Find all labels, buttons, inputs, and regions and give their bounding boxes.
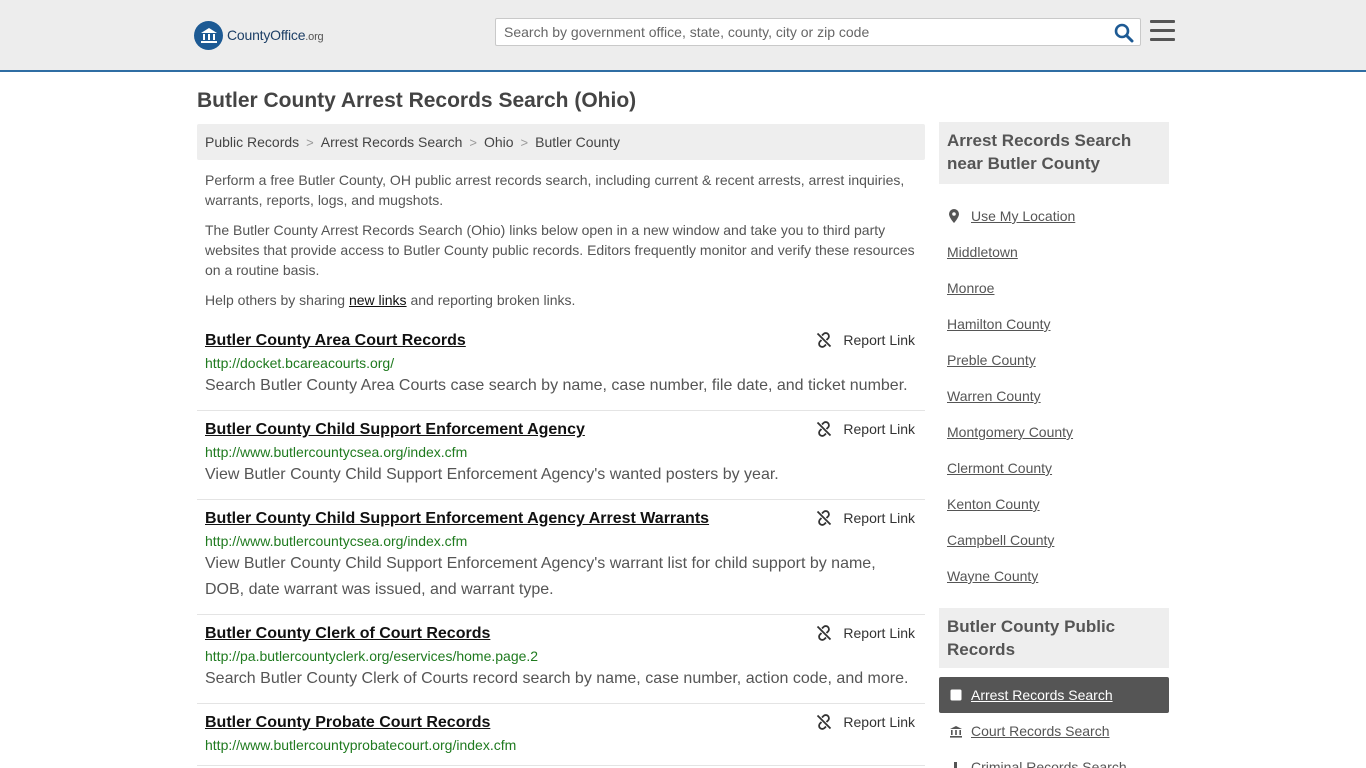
top-header: CountyOffice.org (0, 0, 1366, 72)
report-link-label: Report Link (843, 714, 915, 730)
nearby-item-wayne-county: Wayne County (947, 558, 1169, 594)
breadcrumb-separator-icon: > (306, 134, 314, 150)
nearby-link[interactable]: Middletown (947, 244, 1018, 260)
nearby-link[interactable]: Campbell County (947, 532, 1054, 548)
result-url: http://docket.bcareacourts.org/ (205, 355, 395, 371)
logo-office: Office (270, 27, 306, 43)
pr-link[interactable]: Criminal Records Search (971, 759, 1127, 768)
nearby-link[interactable]: Warren County (947, 388, 1041, 404)
pr-item-criminal-records[interactable]: Criminal Records Search (939, 749, 1169, 768)
page-title: Butler County Arrest Records Search (Ohi… (197, 89, 637, 112)
nearby-link[interactable]: Clermont County (947, 460, 1052, 476)
result-item: Butler County Probate Court Records Repo… (197, 704, 925, 766)
logo-county: County (227, 27, 271, 43)
report-link-label: Report Link (843, 421, 915, 437)
breadcrumb-separator-icon: > (469, 134, 477, 150)
public-records-list: Arrest Records Search Court Records Sear… (939, 677, 1169, 768)
nearby-link[interactable]: Wayne County (947, 568, 1038, 584)
broken-link-icon (817, 625, 832, 641)
nearby-link[interactable]: Montgomery County (947, 424, 1073, 440)
gavel-icon (949, 761, 963, 768)
breadcrumb-public-records[interactable]: Public Records (205, 134, 299, 150)
pr-item-court-records[interactable]: Court Records Search (939, 713, 1169, 749)
pr-link[interactable]: Arrest Records Search (971, 687, 1113, 703)
county-seal-icon (194, 20, 223, 50)
logo-wordmark: CountyOffice.org (227, 27, 324, 43)
result-description: Search Butler County Clerk of Courts rec… (205, 670, 909, 687)
share-text-after: and reporting broken links. (406, 292, 576, 308)
nearby-item-preble-county: Preble County (947, 342, 1169, 378)
result-title-link[interactable]: Butler County Probate Court Records (205, 713, 490, 733)
result-description: View Butler County Child Support Enforce… (205, 555, 876, 598)
nearby-item-middletown: Middletown (947, 234, 1169, 270)
result-url: http://www.butlercountyprobatecourt.org/… (205, 737, 517, 753)
square-icon (949, 689, 963, 701)
intro-paragraph: Perform a free Butler County, OH public … (205, 172, 905, 208)
report-link-button[interactable]: Report Link (816, 714, 915, 730)
report-link-button[interactable]: Report Link (816, 625, 915, 641)
share-links-paragraph: Help others by sharing new links and rep… (205, 290, 920, 310)
site-logo[interactable]: CountyOffice.org (194, 20, 324, 50)
nearby-item-kenton-county: Kenton County (947, 486, 1169, 522)
disclaimer-paragraph: The Butler County Arrest Records Search … (205, 222, 915, 278)
use-my-location-item: Use My Location (947, 198, 1169, 234)
nearby-link[interactable]: Monroe (947, 280, 994, 296)
nearby-section-title: Arrest Records Search near Butler County (939, 122, 1169, 184)
result-item: Butler County Child Support Enforcement … (197, 500, 925, 615)
breadcrumb-ohio[interactable]: Ohio (484, 134, 514, 150)
report-link-button[interactable]: Report Link (816, 510, 915, 526)
result-item: Butler County Child Support Enforcement … (197, 411, 925, 500)
result-url: http://www.butlercountycsea.org/index.cf… (205, 444, 468, 460)
broken-link-icon (817, 421, 832, 437)
logo-tld: .org (305, 31, 324, 43)
pr-link[interactable]: Court Records Search (971, 723, 1110, 739)
result-title-link[interactable]: Butler County Clerk of Court Records (205, 624, 490, 644)
report-link-label: Report Link (843, 625, 915, 641)
nearby-item-campbell-county: Campbell County (947, 522, 1169, 558)
hamburger-menu-icon[interactable] (1150, 20, 1175, 42)
breadcrumb: Public Records > Arrest Records Search >… (197, 124, 925, 160)
share-text-before: Help others by sharing (205, 292, 349, 308)
nearby-item-clermont-county: Clermont County (947, 450, 1169, 486)
nearby-link[interactable]: Hamilton County (947, 316, 1051, 332)
map-pin-icon (949, 209, 959, 223)
result-description: View Butler County Child Support Enforce… (205, 466, 779, 483)
nearby-locations-list: Use My Location Middletown Monroe Hamilt… (947, 198, 1169, 594)
nearby-item-monroe: Monroe (947, 270, 1169, 306)
report-link-label: Report Link (843, 510, 915, 526)
result-title-link[interactable]: Butler County Area Court Records (205, 331, 466, 351)
breadcrumb-separator-icon: > (520, 134, 529, 150)
result-description: Search Butler County Area Courts case se… (205, 377, 908, 394)
use-my-location-link[interactable]: Use My Location (971, 208, 1075, 224)
broken-link-icon (817, 714, 832, 730)
result-url: http://pa.butlercountyclerk.org/eservice… (205, 648, 539, 664)
results-list: Butler County Area Court Records Report … (197, 322, 925, 766)
report-link-button[interactable]: Report Link (816, 332, 915, 348)
result-item: Butler County Area Court Records Report … (197, 322, 925, 411)
broken-link-icon (817, 510, 832, 526)
nearby-item-warren-county: Warren County (947, 378, 1169, 414)
search-input[interactable] (496, 19, 1106, 45)
breadcrumb-arrest-records[interactable]: Arrest Records Search (321, 134, 463, 150)
new-links-link[interactable]: new links (349, 292, 407, 308)
result-url: http://www.butlercountycsea.org/index.cf… (205, 533, 468, 549)
breadcrumb-butler-county[interactable]: Butler County (535, 134, 620, 150)
broken-link-icon (817, 332, 832, 348)
result-title-link[interactable]: Butler County Child Support Enforcement … (205, 420, 585, 440)
search-button[interactable] (1114, 23, 1134, 43)
pr-item-arrest-records[interactable]: Arrest Records Search (939, 677, 1169, 713)
search-box (495, 18, 1141, 46)
search-icon (1114, 23, 1134, 43)
result-title-link[interactable]: Butler County Child Support Enforcement … (205, 509, 709, 529)
nearby-link[interactable]: Kenton County (947, 496, 1040, 512)
report-link-label: Report Link (843, 332, 915, 348)
nearby-link[interactable]: Preble County (947, 352, 1036, 368)
report-link-button[interactable]: Report Link (816, 421, 915, 437)
nearby-item-montgomery-county: Montgomery County (947, 414, 1169, 450)
result-item: Butler County Clerk of Court Records Rep… (197, 615, 925, 704)
courthouse-icon (949, 725, 963, 738)
public-records-section-title: Butler County Public Records (939, 608, 1169, 668)
nearby-item-hamilton-county: Hamilton County (947, 306, 1169, 342)
